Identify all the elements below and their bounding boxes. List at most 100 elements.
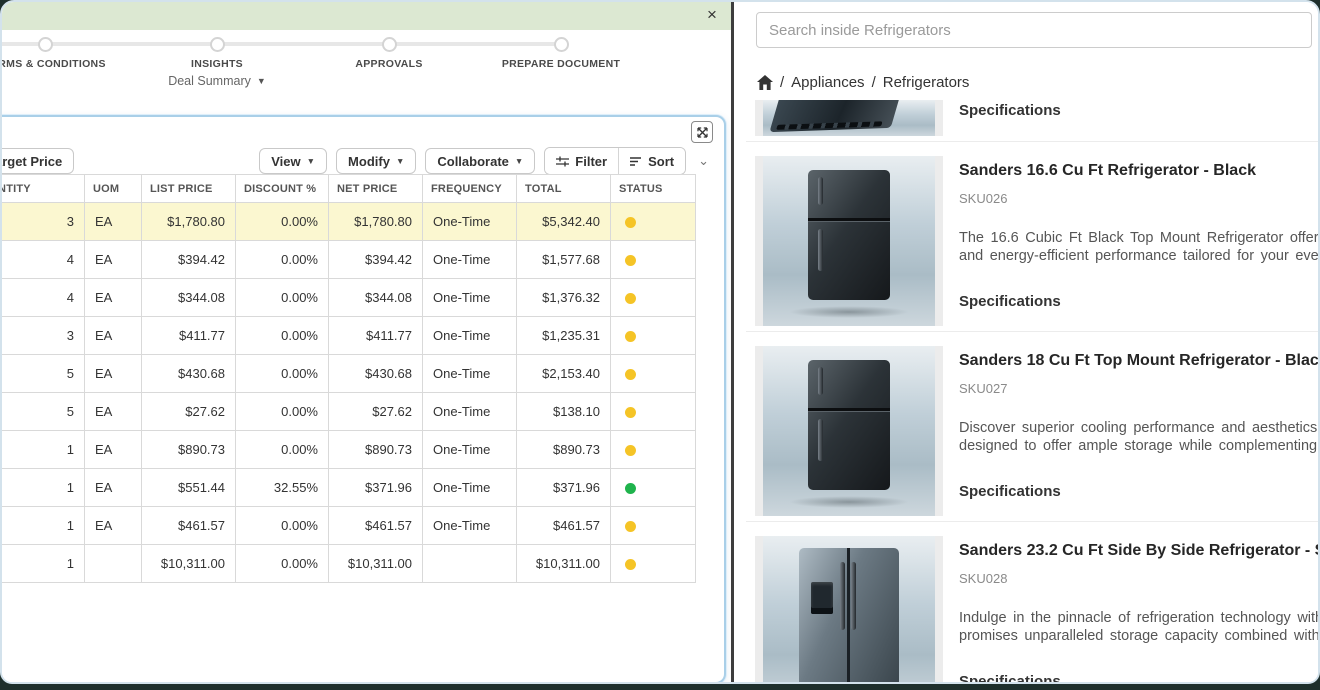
search-input[interactable] bbox=[756, 12, 1312, 48]
stepper-track bbox=[0, 42, 561, 46]
home-icon[interactable] bbox=[757, 75, 773, 90]
modify-dropdown-button[interactable]: Modify ▼ bbox=[336, 148, 416, 174]
product-description: The 16.6 Cubic Ft Black Top Mount Refrig… bbox=[959, 229, 1320, 265]
table-row[interactable]: 4 EA $344.08 0.00% $344.08 One-Time $1,3… bbox=[0, 279, 696, 317]
status-indicator bbox=[625, 521, 636, 532]
product-image bbox=[755, 346, 943, 516]
status-indicator bbox=[625, 293, 636, 304]
expand-icon[interactable] bbox=[691, 121, 713, 143]
column-header-net-price[interactable]: NET PRICE bbox=[329, 175, 423, 203]
filter-button[interactable]: Filter bbox=[545, 148, 618, 174]
status-indicator bbox=[625, 559, 636, 570]
column-header-list-price[interactable]: LIST PRICE bbox=[142, 175, 236, 203]
step-sublabel-dropdown[interactable]: Deal Summary▼ bbox=[168, 74, 266, 88]
caret-down-icon: ▼ bbox=[257, 76, 266, 86]
modify-label: Modify bbox=[348, 154, 390, 169]
step-label-prepare-document[interactable]: PREPARE DOCUMENT bbox=[502, 58, 620, 70]
status-indicator bbox=[625, 331, 636, 342]
table-row[interactable]: 5 EA $430.68 0.00% $430.68 One-Time $2,1… bbox=[0, 355, 696, 393]
product-sku: SKU028 bbox=[959, 571, 1320, 586]
column-header-quantity[interactable]: QUANTITY bbox=[0, 175, 85, 203]
step-label-insights[interactable]: INSIGHTS bbox=[191, 58, 243, 70]
product-card[interactable]: Sanders 16.6 Cu Ft Refrigerator - Black … bbox=[746, 151, 1320, 332]
step-label-approvals[interactable]: APPROVALS bbox=[355, 58, 422, 70]
product-title[interactable]: Sanders 16.6 Cu Ft Refrigerator - Black bbox=[959, 162, 1320, 180]
table-row[interactable]: 1 EA $461.57 0.00% $461.57 One-Time $461… bbox=[0, 507, 696, 545]
product-sku: SKU027 bbox=[959, 381, 1320, 396]
step-circle[interactable] bbox=[554, 37, 569, 52]
sort-label: Sort bbox=[648, 154, 674, 169]
status-indicator bbox=[625, 483, 636, 494]
refrigerator-photo bbox=[808, 360, 890, 490]
workflow-header-bar: × bbox=[2, 2, 731, 30]
column-header-uom[interactable]: UOM bbox=[85, 175, 142, 203]
status-indicator bbox=[625, 217, 636, 228]
caret-down-icon: ▼ bbox=[515, 156, 523, 166]
table-row[interactable]: 3 EA $1,780.80 0.00% $1,780.80 One-Time … bbox=[0, 203, 696, 241]
refrigerator-photo bbox=[808, 170, 890, 300]
filter-icon bbox=[556, 155, 569, 167]
product-image bbox=[755, 156, 943, 326]
status-indicator bbox=[625, 369, 636, 380]
product-card[interactable]: Sanders 23.2 Cu Ft Side By Side Refriger… bbox=[746, 531, 1320, 684]
caret-down-icon: ▼ bbox=[307, 156, 315, 166]
quote-workspace-panel: × TERMS & CONDITIONS INSIGHTS Deal Summary… bbox=[2, 2, 731, 682]
product-title[interactable]: Sanders 18 Cu Ft Top Mount Refrigerator … bbox=[959, 352, 1320, 370]
column-header-frequency[interactable]: FREQUENCY bbox=[423, 175, 517, 203]
table-row[interactable]: 1 EA $890.73 0.00% $890.73 One-Time $890… bbox=[0, 431, 696, 469]
workflow-stepper: TERMS & CONDITIONS INSIGHTS Deal Summary▼ A… bbox=[2, 30, 731, 110]
collaborate-dropdown-button[interactable]: Collaborate ▼ bbox=[425, 148, 535, 174]
breadcrumb-item-refrigerators[interactable]: Refrigerators bbox=[883, 74, 970, 91]
step-circle[interactable] bbox=[210, 37, 225, 52]
status-indicator bbox=[625, 255, 636, 266]
breadcrumb-item-appliances[interactable]: Appliances bbox=[791, 74, 864, 91]
product-list: Specifications Sanders 16.6 Cu Ft Refrig… bbox=[734, 95, 1320, 684]
product-description: Discover superior cooling performance an… bbox=[959, 419, 1320, 455]
status-indicator bbox=[625, 445, 636, 456]
product-description: Indulge in the pinnacle of refrigeration… bbox=[959, 609, 1320, 645]
app-window: × TERMS & CONDITIONS INSIGHTS Deal Summary… bbox=[0, 0, 1320, 684]
step-label-terms-conditions[interactable]: TERMS & CONDITIONS bbox=[0, 58, 106, 70]
refrigerator-photo-partial bbox=[769, 100, 900, 132]
product-image bbox=[755, 100, 943, 136]
caret-down-icon: ▼ bbox=[396, 156, 404, 166]
water-dispenser bbox=[811, 582, 833, 614]
product-image bbox=[755, 536, 943, 684]
quote-toolbar: Target Price View ▼ Modify ▼ Collaborate… bbox=[0, 146, 724, 176]
column-header-discount-[interactable]: DISCOUNT % bbox=[236, 175, 329, 203]
table-row[interactable]: 4 EA $394.42 0.00% $394.42 One-Time $1,5… bbox=[0, 241, 696, 279]
product-sku: SKU026 bbox=[959, 191, 1320, 206]
table-row[interactable]: 1 $10,311.00 0.00% $10,311.00 $10,311.00 bbox=[0, 545, 696, 583]
specifications-link[interactable]: Specifications bbox=[959, 102, 1320, 119]
target-price-button[interactable]: Target Price bbox=[0, 148, 74, 174]
column-header-total[interactable]: TOTAL bbox=[517, 175, 611, 203]
product-title[interactable]: Sanders 23.2 Cu Ft Side By Side Refriger… bbox=[959, 542, 1320, 560]
target-price-label: Target Price bbox=[0, 154, 62, 169]
table-row[interactable]: 3 EA $411.77 0.00% $411.77 One-Time $1,2… bbox=[0, 317, 696, 355]
view-label: View bbox=[271, 154, 300, 169]
breadcrumb-separator: / bbox=[872, 74, 876, 91]
quote-table-header-row: QUANTITYUOMLIST PRICEDISCOUNT %NET PRICE… bbox=[0, 175, 696, 203]
quote-table-container: QUANTITYUOMLIST PRICEDISCOUNT %NET PRICE… bbox=[0, 174, 695, 583]
product-card[interactable]: Sanders 18 Cu Ft Top Mount Refrigerator … bbox=[746, 341, 1320, 522]
step-circle[interactable] bbox=[38, 37, 53, 52]
specifications-link[interactable]: Specifications bbox=[959, 483, 1320, 500]
breadcrumb: / Appliances / Refrigerators bbox=[757, 72, 969, 92]
sort-button[interactable]: Sort bbox=[618, 148, 685, 174]
quote-line-items-dialog: Target Price View ▼ Modify ▼ Collaborate… bbox=[0, 115, 726, 684]
view-dropdown-button[interactable]: View ▼ bbox=[259, 148, 327, 174]
step-circle[interactable] bbox=[382, 37, 397, 52]
product-card-partial[interactable]: Specifications bbox=[746, 95, 1320, 142]
column-header-status[interactable]: STATUS bbox=[611, 175, 696, 203]
quote-line-items-table: QUANTITYUOMLIST PRICEDISCOUNT %NET PRICE… bbox=[0, 174, 696, 583]
close-icon[interactable]: × bbox=[701, 4, 723, 26]
table-row[interactable]: 1 EA $551.44 32.55% $371.96 One-Time $37… bbox=[0, 469, 696, 507]
table-row[interactable]: 5 EA $27.62 0.00% $27.62 One-Time $138.1… bbox=[0, 393, 696, 431]
specifications-link[interactable]: Specifications bbox=[959, 673, 1320, 684]
catalog-panel: / Appliances / Refrigerators Specificati… bbox=[734, 2, 1318, 682]
refrigerator-photo bbox=[799, 548, 899, 684]
sort-icon bbox=[630, 156, 642, 167]
chevron-down-icon[interactable]: ⌄ bbox=[695, 153, 712, 169]
specifications-link[interactable]: Specifications bbox=[959, 293, 1320, 310]
collaborate-label: Collaborate bbox=[437, 154, 509, 169]
